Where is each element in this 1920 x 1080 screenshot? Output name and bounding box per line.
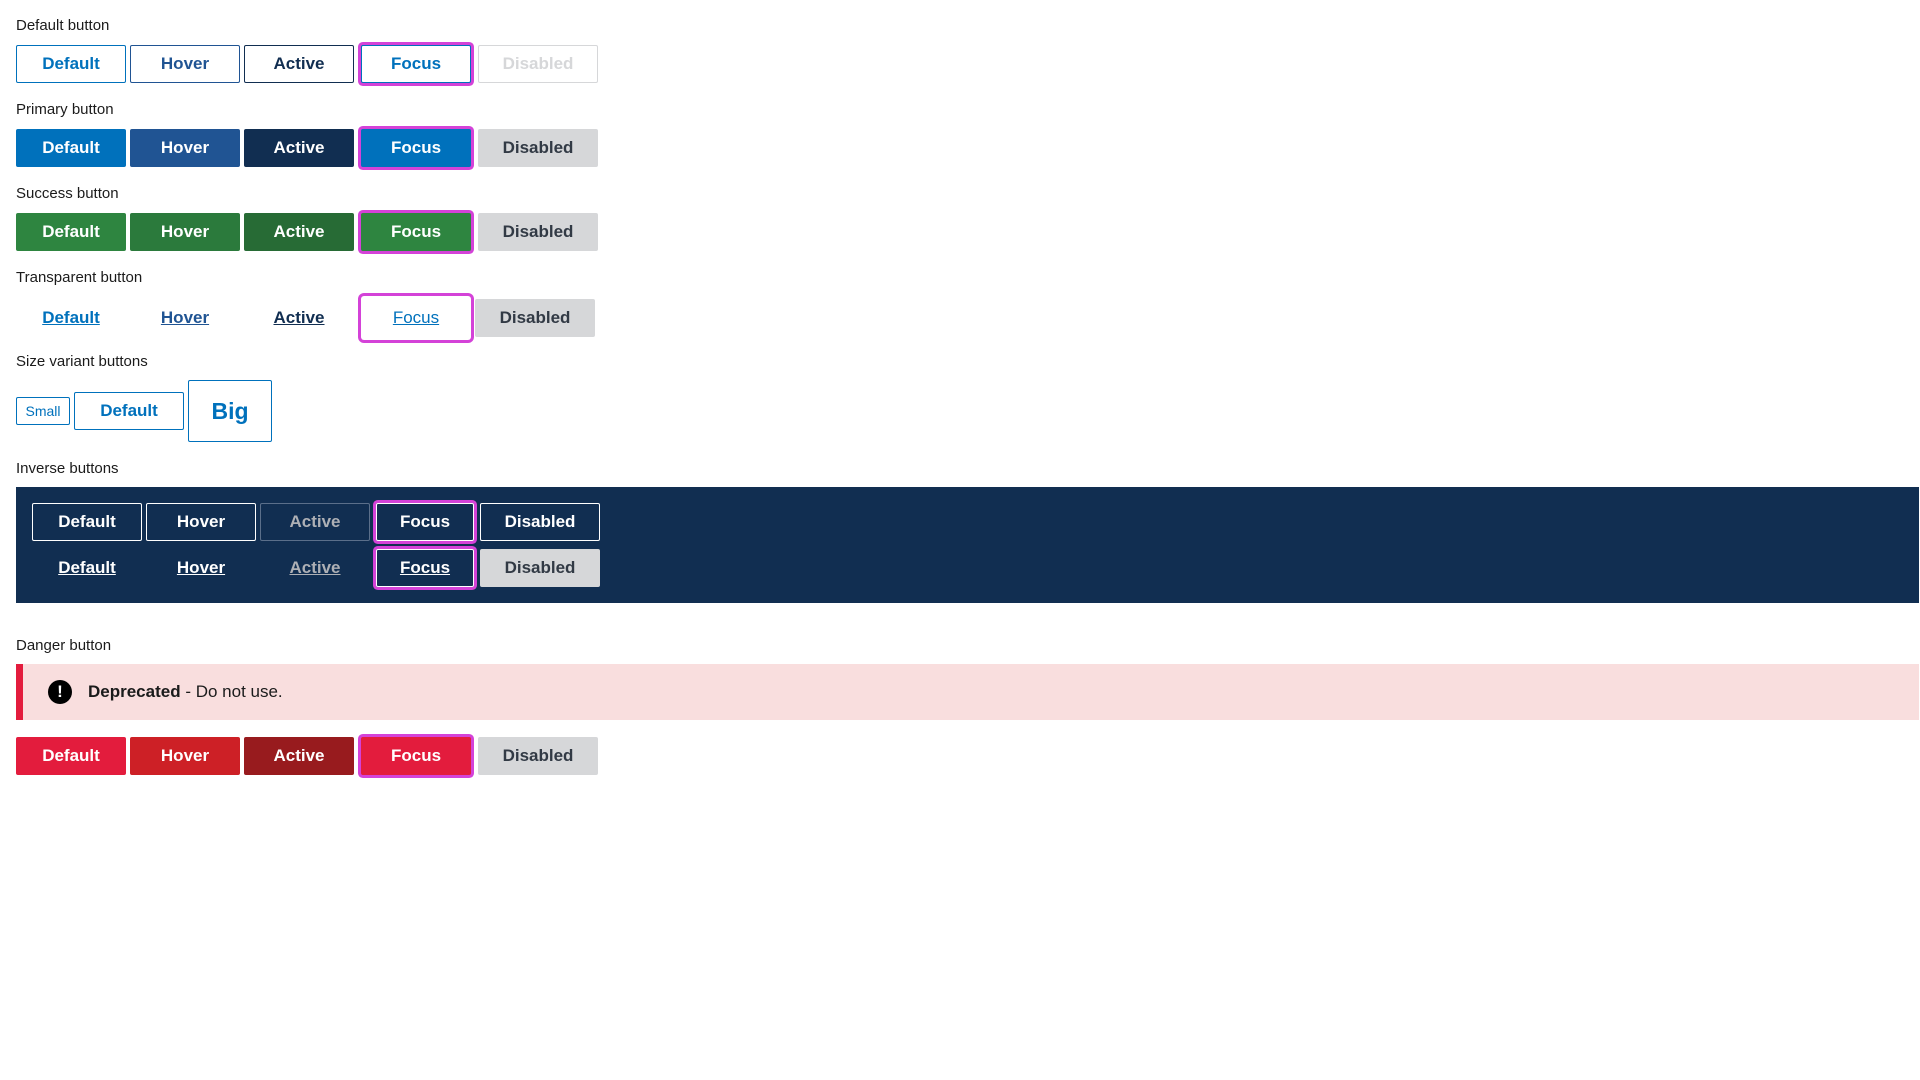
alert-text: - Do not use.	[180, 682, 283, 701]
button-showcase-page: Default button Default Hover Active Focu…	[0, 0, 1920, 1080]
inverse-button-disabled[interactable]: Disabled	[480, 503, 600, 541]
danger-button-default[interactable]: Default	[16, 737, 126, 775]
default-button-focus[interactable]: Focus	[361, 45, 471, 83]
inverse-button-active[interactable]: Active	[260, 503, 370, 541]
inverse-button-default[interactable]: Default	[32, 503, 142, 541]
default-button-hover[interactable]: Hover	[130, 45, 240, 83]
inverse-button-section-label: Inverse buttons	[16, 460, 119, 477]
primary-button-disabled[interactable]: Disabled	[478, 129, 598, 167]
alert-title: Deprecated	[88, 682, 181, 701]
transparent-button-section-label: Transparent button	[16, 269, 143, 286]
danger-button-section-label: Danger button	[16, 637, 112, 654]
default-button-row: Default Hover Active Focus Disabled	[16, 45, 602, 83]
inverse-outline-row: Default Hover Active Focus Disabled	[32, 503, 604, 541]
inverse-button-panel: Default Hover Active Focus Disabled Defa…	[16, 487, 1919, 603]
inverse-transparent-button-hover[interactable]: Hover	[146, 549, 256, 587]
transparent-button-active[interactable]: Active	[244, 299, 354, 337]
primary-button-focus[interactable]: Focus	[361, 129, 471, 167]
primary-button-default[interactable]: Default	[16, 129, 126, 167]
size-variant-row: Small Default Big	[16, 380, 276, 442]
danger-button-disabled[interactable]: Disabled	[478, 737, 598, 775]
success-button-hover[interactable]: Hover	[130, 213, 240, 251]
default-button-section-label: Default button	[16, 17, 110, 34]
default-button-default[interactable]: Default	[16, 45, 126, 83]
success-button-default[interactable]: Default	[16, 213, 126, 251]
alert-message: Deprecated - Do not use.	[88, 682, 283, 702]
inverse-button-hover[interactable]: Hover	[146, 503, 256, 541]
danger-button-hover[interactable]: Hover	[130, 737, 240, 775]
small-size-button[interactable]: Small	[16, 397, 70, 425]
transparent-button-row: Default Hover Active Focus Disabled	[16, 296, 599, 340]
danger-button-row: Default Hover Active Focus Disabled	[16, 737, 602, 775]
primary-button-active[interactable]: Active	[244, 129, 354, 167]
default-size-button[interactable]: Default	[74, 392, 184, 430]
inverse-transparent-button-focus[interactable]: Focus	[376, 549, 474, 587]
inverse-transparent-row: Default Hover Active Focus Disabled	[32, 549, 604, 587]
success-button-section-label: Success button	[16, 185, 119, 202]
exclamation-circle-icon: !	[48, 680, 72, 704]
transparent-button-disabled[interactable]: Disabled	[475, 299, 595, 337]
danger-button-active[interactable]: Active	[244, 737, 354, 775]
success-button-row: Default Hover Active Focus Disabled	[16, 213, 602, 251]
success-button-active[interactable]: Active	[244, 213, 354, 251]
danger-button-focus[interactable]: Focus	[361, 737, 471, 775]
size-variant-section-label: Size variant buttons	[16, 353, 148, 370]
inverse-transparent-button-disabled[interactable]: Disabled	[480, 549, 600, 587]
inverse-button-focus[interactable]: Focus	[376, 503, 474, 541]
transparent-button-default[interactable]: Default	[16, 299, 126, 337]
success-button-disabled[interactable]: Disabled	[478, 213, 598, 251]
transparent-button-hover[interactable]: Hover	[130, 299, 240, 337]
success-button-focus[interactable]: Focus	[361, 213, 471, 251]
big-size-button[interactable]: Big	[188, 380, 272, 442]
inverse-transparent-button-default[interactable]: Default	[32, 549, 142, 587]
primary-button-section-label: Primary button	[16, 101, 114, 118]
default-button-active[interactable]: Active	[244, 45, 354, 83]
deprecated-alert: ! Deprecated - Do not use.	[16, 664, 1919, 720]
primary-button-hover[interactable]: Hover	[130, 129, 240, 167]
primary-button-row: Default Hover Active Focus Disabled	[16, 129, 602, 167]
inverse-transparent-button-active[interactable]: Active	[260, 549, 370, 587]
default-button-disabled[interactable]: Disabled	[478, 45, 598, 83]
transparent-button-focus[interactable]: Focus	[361, 296, 471, 340]
